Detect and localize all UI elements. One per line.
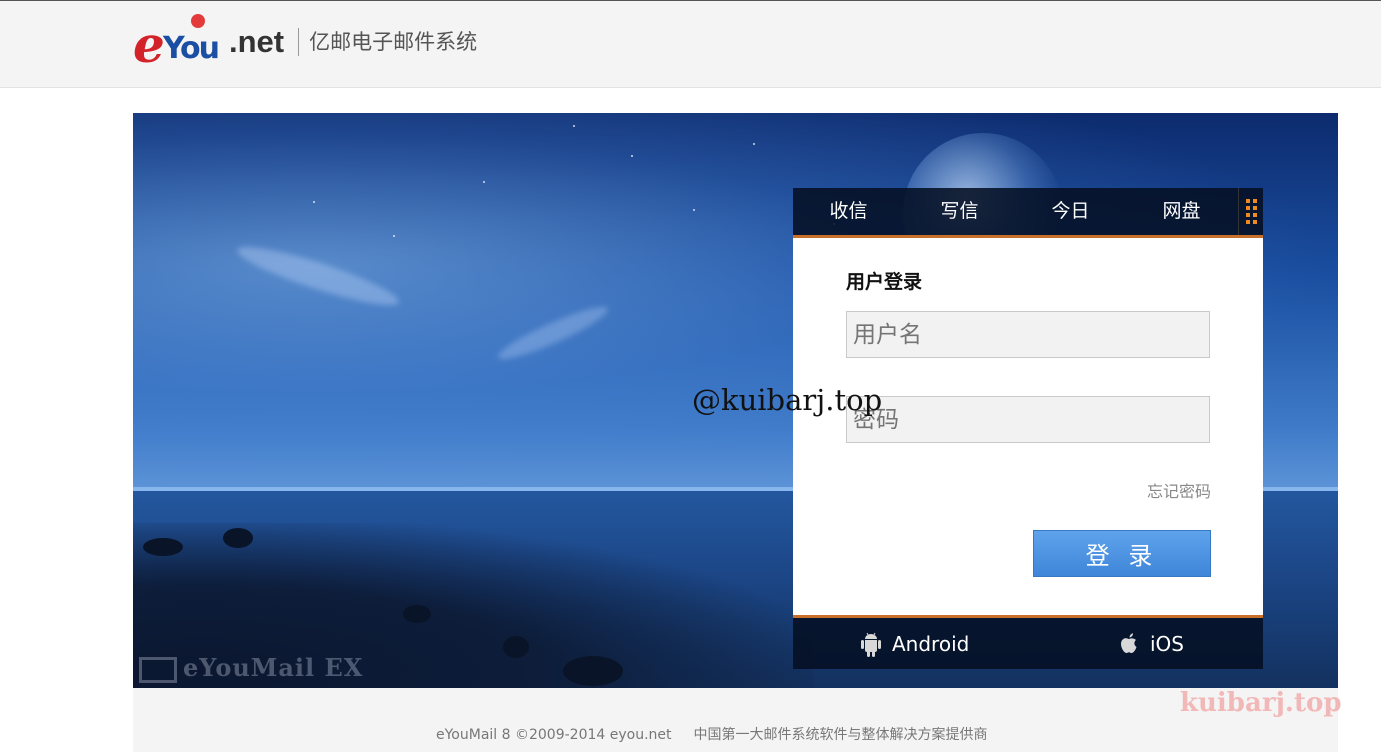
corner-watermark: kuibarj.top — [1180, 688, 1342, 718]
username-input[interactable] — [846, 311, 1210, 358]
site-subtitle: 亿邮电子邮件系统 — [309, 30, 478, 54]
overlay-watermark: @kuibarj.top — [692, 383, 883, 417]
logo-you: You — [163, 31, 220, 66]
login-title: 用户登录 — [846, 271, 923, 293]
apple-icon — [1121, 632, 1137, 653]
hero-brand-watermark: eYouMail EX — [139, 653, 363, 683]
login-panel: 收信 写信 今日 网盘 用户登录 忘记密码 登 录 — [793, 188, 1263, 669]
footer-copyright: eYouMail 8 ©2009-2014 eyou.net — [436, 727, 672, 743]
star — [573, 125, 575, 127]
logo-net: .net — [229, 24, 285, 59]
page-footer: eYouMail 8 ©2009-2014 eyou.net 中国第一大邮件系统软… — [133, 688, 1338, 752]
rock — [503, 636, 529, 658]
top-header: e You .net 亿邮电子邮件系统 — [0, 0, 1381, 88]
envelope-icon — [139, 656, 177, 683]
footer-text: eYouMail 8 ©2009-2014 eyou.net 中国第一大邮件系统软… — [436, 724, 988, 744]
quick-nav-tabs: 收信 写信 今日 网盘 — [793, 188, 1263, 238]
eyou-logo-mark: e You — [133, 12, 233, 72]
hero-brand-text: eYouMail EX — [183, 653, 364, 682]
star — [631, 155, 633, 157]
logo-divider — [298, 28, 300, 56]
rock — [563, 656, 623, 686]
password-input[interactable] — [846, 396, 1210, 443]
ios-app-link[interactable]: iOS — [1118, 618, 1184, 669]
star — [483, 181, 485, 183]
logo-dot — [191, 14, 205, 28]
tab-today[interactable]: 今日 — [1015, 188, 1126, 235]
login-form: 用户登录 忘记密码 登 录 — [793, 238, 1263, 615]
rock — [143, 538, 183, 556]
footer-tagline: 中国第一大邮件系统软件与整体解决方案提供商 — [693, 727, 988, 743]
rock — [403, 605, 431, 623]
tab-compose[interactable]: 写信 — [904, 188, 1015, 235]
android-icon — [861, 632, 881, 657]
more-menu-icon[interactable] — [1238, 188, 1263, 235]
brand-logo[interactable]: e You .net 亿邮电子邮件系统 — [133, 11, 477, 73]
forgot-password-link[interactable]: 忘记密码 — [1147, 478, 1211, 502]
star — [393, 235, 395, 237]
android-app-link[interactable]: Android — [860, 618, 969, 669]
ios-label: iOS — [1150, 631, 1184, 656]
logo-e: e — [133, 15, 165, 74]
star — [313, 201, 315, 203]
star — [693, 209, 695, 211]
tab-inbox[interactable]: 收信 — [793, 188, 904, 235]
login-button[interactable]: 登 录 — [1033, 530, 1211, 577]
tab-netdisk[interactable]: 网盘 — [1126, 188, 1237, 235]
mobile-apps-bar: Android iOS — [793, 615, 1263, 669]
star — [753, 143, 755, 145]
android-label: Android — [892, 631, 970, 656]
rock — [223, 528, 253, 548]
